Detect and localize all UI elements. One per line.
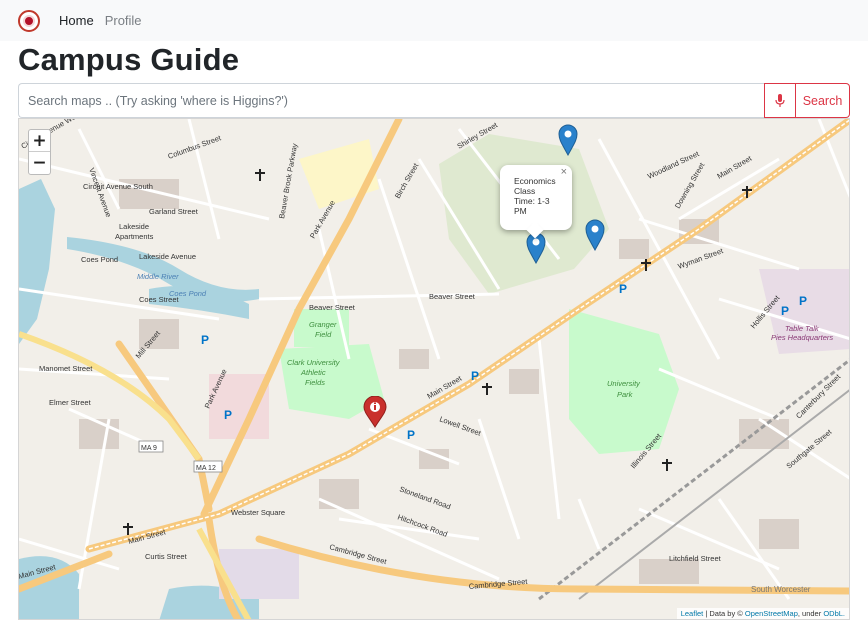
- odbl-link[interactable]: ODbL.: [823, 609, 845, 618]
- nav-home-link[interactable]: Home: [59, 13, 94, 28]
- search-bar: Search: [18, 83, 850, 118]
- label-clark-1: Clark University: [287, 358, 341, 367]
- navbar: Home Profile: [0, 0, 868, 41]
- label-coes-street: Coes Street: [139, 295, 180, 304]
- page-title: Campus Guide: [18, 42, 240, 77]
- label-beaver-street-2: Beaver Street: [429, 292, 476, 301]
- map-pin-blue-2[interactable]: [585, 219, 605, 251]
- zoom-control: + −: [28, 129, 51, 175]
- label-ma12: MA 12: [196, 465, 216, 472]
- svg-text:P: P: [799, 294, 807, 308]
- osm-link[interactable]: OpenStreetMap: [745, 609, 798, 618]
- user-location-pin-red[interactable]: [363, 396, 387, 428]
- svg-text:P: P: [781, 304, 789, 318]
- label-curtis: Curtis Street: [145, 552, 188, 561]
- label-university-2: Park: [617, 390, 634, 399]
- attribution-sep-2: , under: [797, 609, 824, 618]
- label-ma9: MA 9: [141, 445, 157, 452]
- label-litchfield: Litchfield Street: [669, 554, 722, 563]
- label-lakeside-1: Lakeside: [119, 222, 149, 231]
- campus-map[interactable]: P P P P P P P Circuit Avenue West Columb…: [18, 118, 850, 620]
- logo-icon[interactable]: [18, 9, 40, 32]
- label-manomet: Manomet Street: [39, 364, 93, 373]
- zoom-out-button[interactable]: −: [29, 152, 50, 174]
- leaflet-link[interactable]: Leaflet: [681, 609, 704, 618]
- mic-button[interactable]: [764, 83, 796, 118]
- svg-text:P: P: [224, 408, 232, 422]
- label-granger-2: Field: [315, 330, 332, 339]
- label-coes-pond-top: Coes Pond: [81, 255, 118, 264]
- popup-line-1: Economics: [514, 176, 556, 186]
- label-clark-3: Fields: [305, 378, 325, 387]
- label-middle-river: Middle River: [137, 272, 179, 281]
- map-tiles: P P P P P P P Circuit Avenue West Columb…: [19, 119, 849, 619]
- label-talk-1: Table Talk: [785, 324, 820, 333]
- svg-text:P: P: [619, 282, 627, 296]
- microphone-icon: [775, 93, 785, 107]
- label-elmer: Elmer Street: [49, 398, 92, 407]
- nav-profile-link[interactable]: Profile: [105, 13, 142, 28]
- label-lakeside-ave: Lakeside Avenue: [139, 252, 196, 261]
- svg-text:P: P: [471, 369, 479, 383]
- svg-text:P: P: [407, 428, 415, 442]
- label-circuit-south: Circuit Avenue South: [83, 182, 153, 191]
- label-university-1: University: [607, 379, 641, 388]
- label-talk-2: Pies Headquarters: [771, 333, 833, 342]
- label-garland: Garland Street: [149, 207, 199, 216]
- map-pin-blue[interactable]: [558, 124, 578, 156]
- search-button[interactable]: Search: [796, 83, 850, 118]
- map-attribution: Leaflet | Data by © OpenStreetMap, under…: [676, 608, 849, 619]
- label-south-worcester: South Worcester: [751, 585, 811, 594]
- svg-text:P: P: [201, 333, 209, 347]
- search-input[interactable]: [18, 83, 764, 118]
- popup-line-3: Time: 1-3: [514, 196, 550, 206]
- label-webster: Webster Square: [231, 508, 285, 517]
- label-granger-1: Granger: [309, 320, 337, 329]
- label-lakeside-2: Apartments: [115, 232, 154, 241]
- attribution-sep-1: | Data by ©: [703, 609, 745, 618]
- zoom-in-button[interactable]: +: [29, 130, 50, 152]
- label-clark-2: Athletic: [300, 368, 326, 377]
- popup-line-4: PM: [514, 206, 527, 216]
- label-beaver-street: Beaver Street: [309, 303, 356, 312]
- info-popup: × Economics Class Time: 1-3 PM: [500, 165, 572, 239]
- popup-line-2: Class: [514, 186, 536, 196]
